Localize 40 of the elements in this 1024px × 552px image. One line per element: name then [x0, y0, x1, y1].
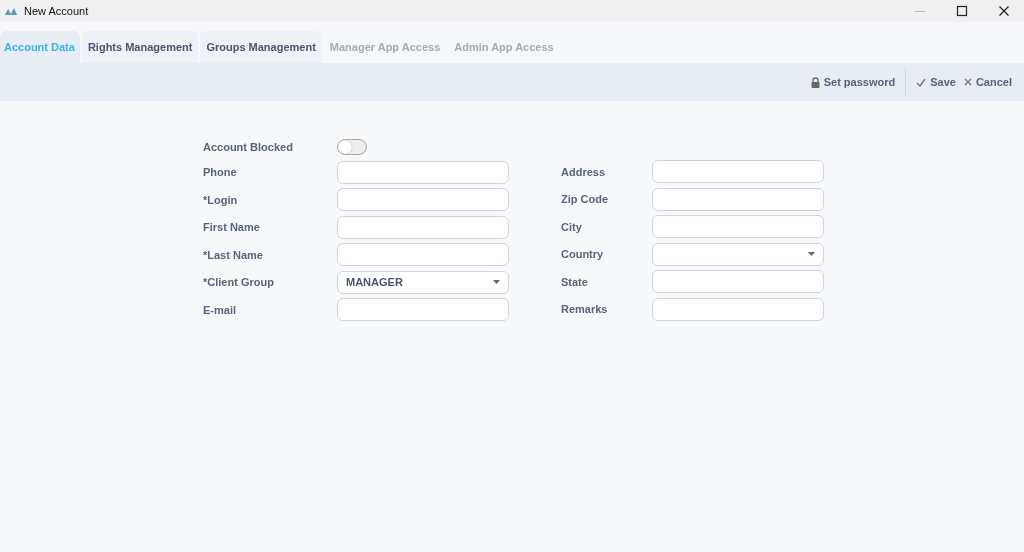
cancel-button[interactable]: Cancel	[959, 76, 1016, 88]
input-field[interactable]	[337, 160, 509, 184]
field-label: State	[561, 275, 589, 288]
field-label: E-mail	[203, 303, 237, 316]
close-icon	[963, 78, 972, 86]
field-label: Remarks	[561, 303, 609, 315]
field-label: Zip Code	[561, 193, 610, 205]
field-label: City	[561, 220, 583, 233]
field-label: *Login	[203, 193, 239, 206]
input-field[interactable]	[652, 215, 824, 238]
close-icon[interactable]	[998, 5, 1010, 17]
field-label: *Client Group	[203, 276, 275, 288]
field-label: First Name	[203, 221, 261, 233]
input-field[interactable]	[652, 160, 824, 183]
input-field[interactable]	[652, 297, 824, 321]
app-logo-icon	[4, 6, 18, 16]
toggle-switch[interactable]	[337, 139, 367, 155]
lock-icon	[810, 76, 820, 88]
field-label: *Last Name	[203, 248, 264, 261]
set-password-button[interactable]: Set password	[806, 76, 900, 88]
save-button[interactable]: Save	[912, 76, 960, 88]
field-label: Account Blocked	[203, 141, 294, 153]
input-field[interactable]	[337, 215, 509, 239]
tab[interactable]: Rights Management	[81, 31, 199, 63]
maximize-icon[interactable]	[956, 5, 968, 17]
field-label: Country	[561, 248, 605, 260]
input-field[interactable]	[337, 188, 509, 211]
tab[interactable]: Groups Management	[200, 31, 322, 63]
input-field[interactable]	[652, 270, 824, 293]
input-field[interactable]	[337, 298, 509, 321]
caret-icon	[808, 252, 815, 256]
input-field[interactable]	[652, 187, 824, 211]
dropdown-field[interactable]: MANAGER	[337, 270, 509, 294]
input-field[interactable]	[337, 243, 509, 266]
caret-icon	[493, 280, 500, 284]
field-label: Phone	[203, 166, 238, 178]
window-title: New Account	[24, 5, 89, 17]
checkmark-icon	[916, 77, 927, 87]
field-label: Address	[561, 165, 607, 178]
dropdown-field[interactable]	[652, 242, 824, 266]
